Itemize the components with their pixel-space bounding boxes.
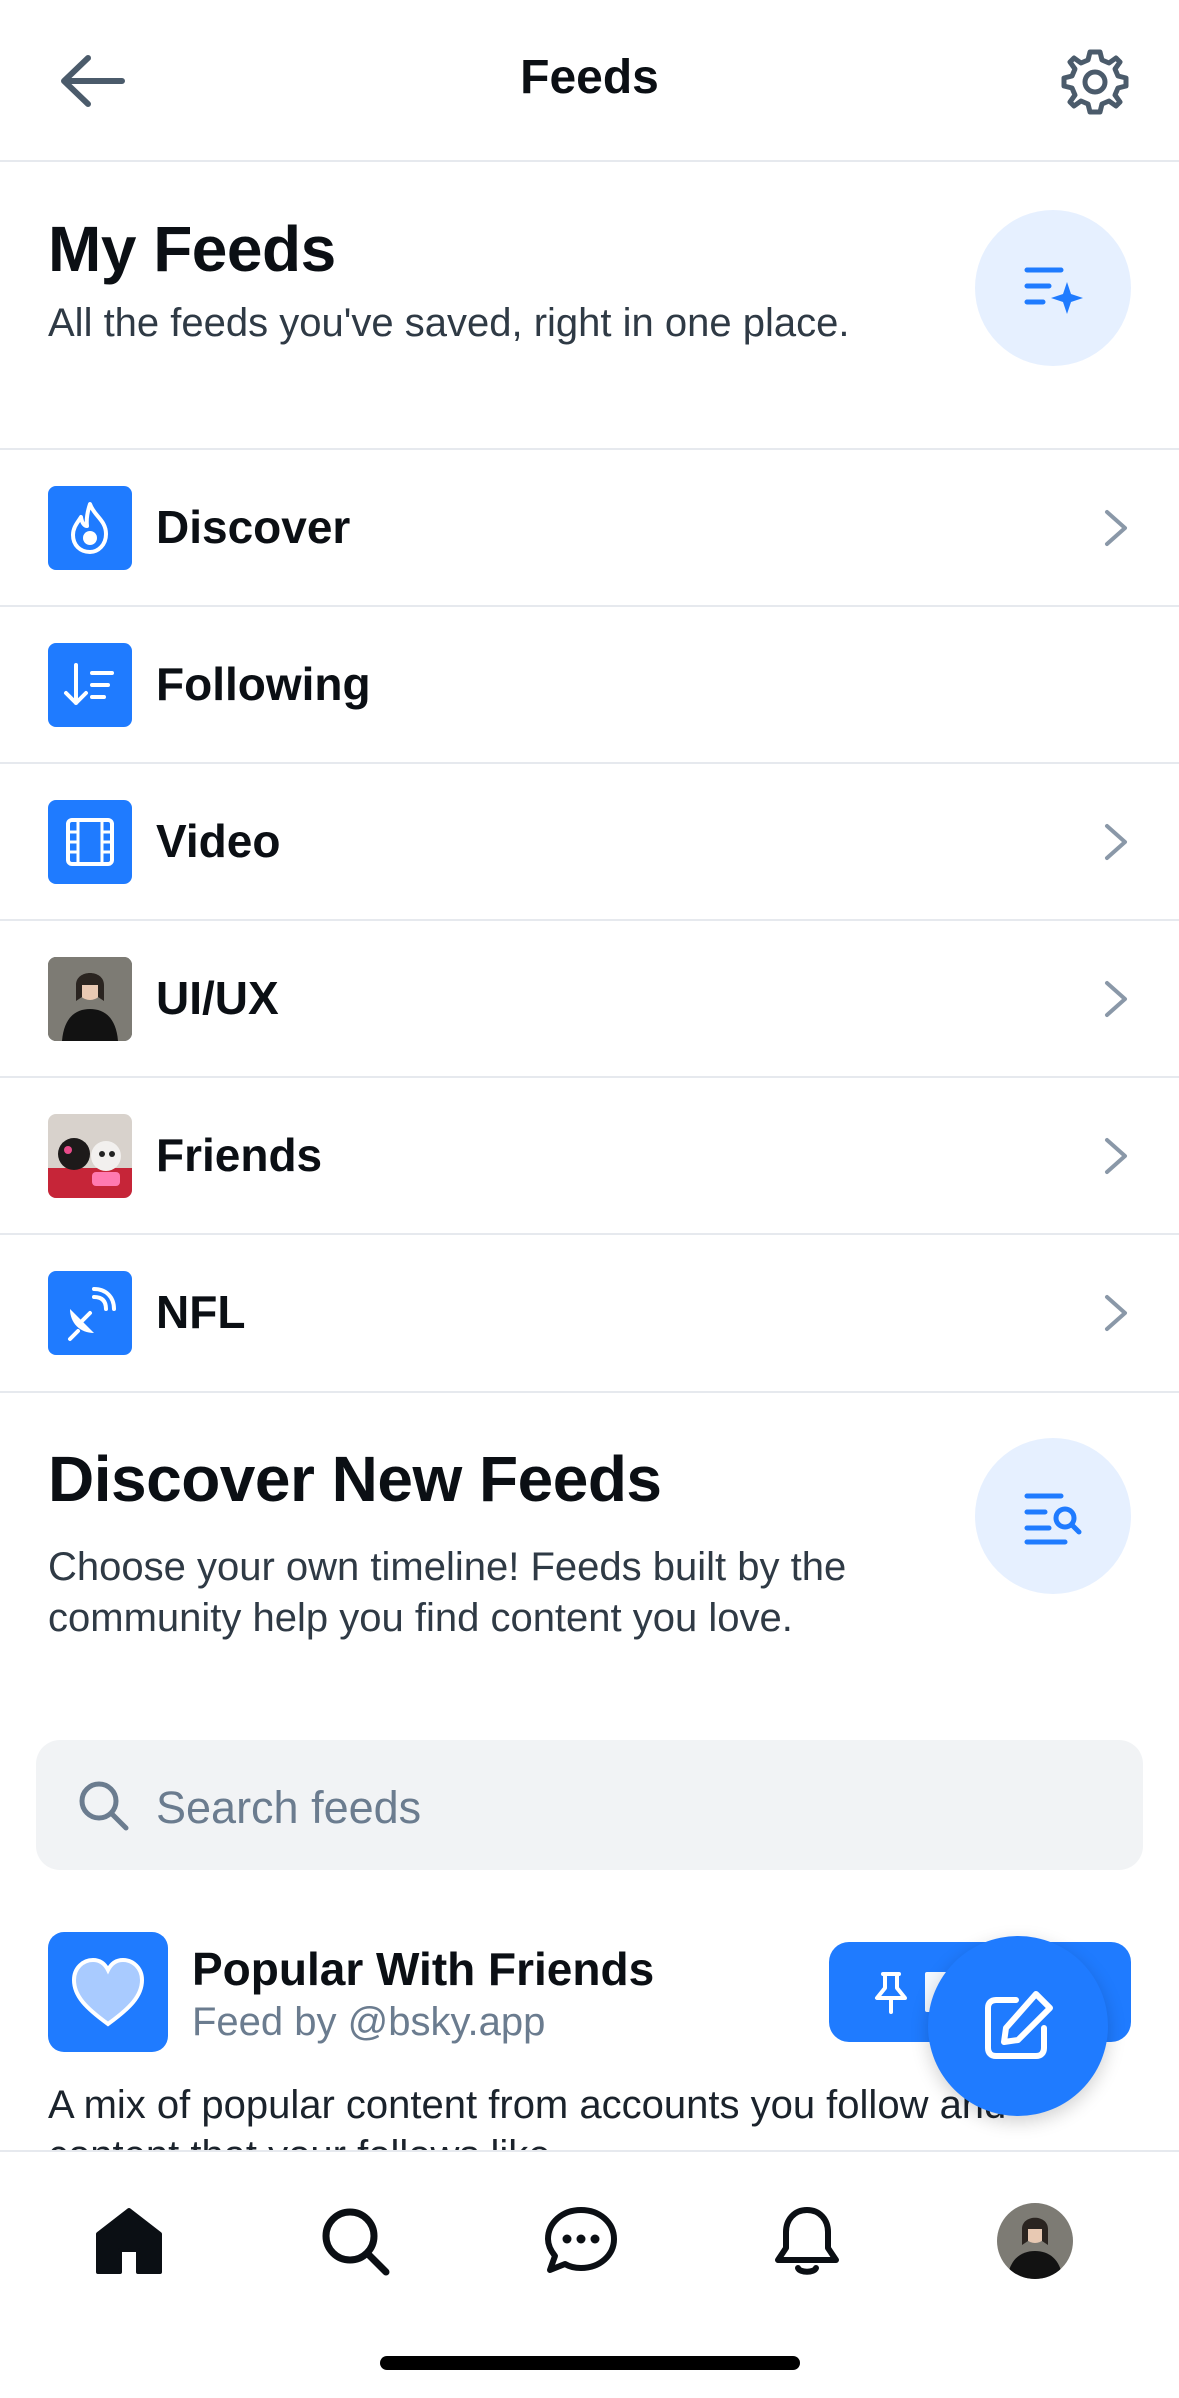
bell-icon xyxy=(775,2207,839,2275)
compose-button[interactable] xyxy=(928,1936,1108,2116)
feed-label: UI/UX xyxy=(156,972,279,1024)
home-icon xyxy=(96,2208,162,2274)
home-indicator xyxy=(380,2356,800,2370)
tab-search[interactable] xyxy=(310,2196,400,2286)
avatar xyxy=(997,2203,1073,2279)
tab-chat[interactable] xyxy=(536,2196,626,2286)
chevron-right-icon xyxy=(1105,824,1127,860)
feed-row-friends[interactable]: Friends xyxy=(0,1076,1179,1234)
settings-gear-icon[interactable] xyxy=(1059,46,1131,118)
chevron-right-icon xyxy=(1105,1138,1127,1174)
sort-down-icon xyxy=(48,643,132,727)
chevron-right-icon xyxy=(1105,510,1127,546)
browse-feeds-button[interactable] xyxy=(975,1438,1131,1594)
discover-title: Discover New Feeds xyxy=(48,1443,662,1515)
top-bar: Feeds xyxy=(0,0,1179,162)
feed-author: Feed by @bsky.app xyxy=(192,2000,546,2044)
tab-notifications[interactable] xyxy=(762,2196,852,2286)
pin-icon xyxy=(875,1972,907,2014)
search-icon xyxy=(79,1781,129,1831)
feed-row-following[interactable]: Following xyxy=(0,605,1179,763)
feed-row-nfl[interactable]: NFL xyxy=(0,1233,1179,1393)
feed-title: Popular With Friends xyxy=(192,1943,655,1995)
chat-bubble-icon xyxy=(545,2207,617,2273)
discover-description: Choose your own timeline! Feeds built by… xyxy=(48,1545,847,1640)
satellite-dish-icon xyxy=(48,1271,132,1355)
list-search-icon xyxy=(1024,1493,1082,1545)
compose-pencil-icon xyxy=(985,1991,1053,2059)
page-title: Feeds xyxy=(520,51,659,104)
my-feeds-section: My Feeds All the feeds you've saved, rig… xyxy=(0,162,1179,448)
person-photo xyxy=(48,957,132,1041)
chevron-right-icon xyxy=(1105,1295,1127,1331)
tab-home[interactable] xyxy=(84,2196,174,2286)
feed-row-discover[interactable]: Discover xyxy=(0,448,1179,606)
edit-feeds-button[interactable] xyxy=(975,210,1131,366)
feed-row-uiux[interactable]: UI/UX xyxy=(0,919,1179,1077)
my-feeds-description: All the feeds you've saved, right in one… xyxy=(48,301,850,345)
my-feeds-title: My Feeds xyxy=(48,213,336,285)
search-placeholder: Search feeds xyxy=(156,1782,422,1833)
feed-label: Following xyxy=(156,658,371,710)
dogs-photo xyxy=(48,1114,132,1198)
list-sparkle-icon xyxy=(1024,267,1083,314)
feed-label: Friends xyxy=(156,1129,323,1181)
flame-icon xyxy=(48,486,132,570)
feed-label: Discover xyxy=(156,501,351,553)
feed-row-video[interactable]: Video xyxy=(0,762,1179,920)
heart-icon xyxy=(48,1932,168,2052)
chevron-right-icon xyxy=(1105,981,1127,1017)
feed-label: Video xyxy=(156,815,281,867)
discover-section: Discover New Feeds Choose your own timel… xyxy=(0,1392,1179,1732)
feed-label: NFL xyxy=(156,1286,246,1338)
search-icon xyxy=(322,2208,390,2276)
film-icon xyxy=(48,800,132,884)
search-feeds-input[interactable]: Search feeds xyxy=(36,1740,1143,1870)
tab-profile[interactable] xyxy=(990,2196,1080,2286)
